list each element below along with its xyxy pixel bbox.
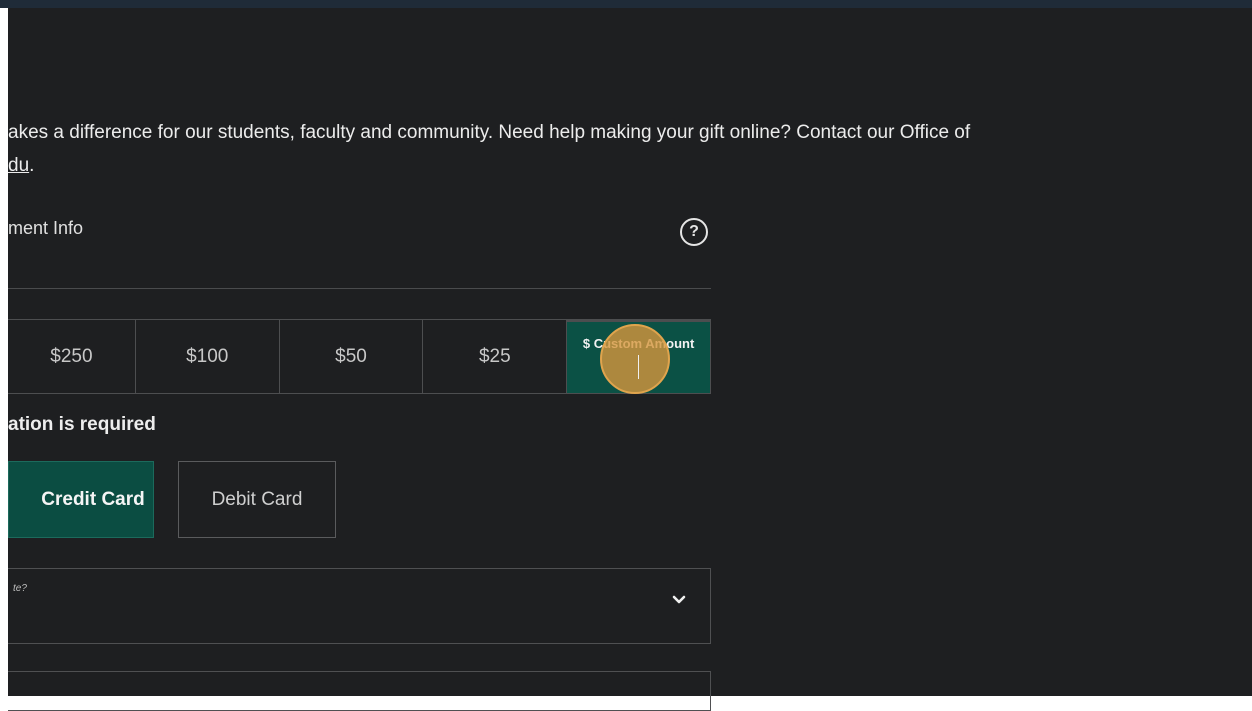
amount-50-button[interactable]: $50 [280, 320, 424, 393]
section-divider [8, 288, 711, 289]
intro-text: akes a difference for our students, facu… [8, 116, 1208, 182]
top-bar [0, 0, 1252, 8]
dropdown-label: te? [13, 583, 27, 594]
amount-25-button[interactable]: $25 [423, 320, 568, 393]
amount-options: $250 $100 $50 $25 $ Custom Amount [8, 319, 711, 394]
chevron-down-icon [672, 595, 686, 604]
credit-card-button[interactable]: Credit Card [8, 461, 154, 538]
left-edge [0, 8, 8, 696]
debit-card-button[interactable]: Debit Card [178, 461, 336, 538]
amount-250-button[interactable]: $250 [8, 320, 136, 393]
click-highlight [600, 324, 671, 394]
custom-amount-input[interactable]: $ Custom Amount [567, 320, 710, 394]
payment-info-title: ment Info [8, 218, 84, 238]
donation-form-panel: akes a difference for our students, facu… [8, 8, 1252, 711]
validation-message: ation is required [8, 414, 156, 435]
intro-line-1: akes a difference for our students, facu… [8, 122, 971, 143]
question-circle-icon[interactable]: ? [680, 218, 708, 246]
dropdown-select[interactable]: te? [8, 568, 711, 644]
intro-period: . [29, 155, 35, 176]
contact-email-link[interactable]: du [8, 155, 29, 176]
amount-100-button[interactable]: $100 [136, 320, 280, 393]
intro-line-2: du. [8, 149, 1208, 182]
next-field[interactable] [8, 671, 711, 711]
text-caret [638, 355, 640, 379]
